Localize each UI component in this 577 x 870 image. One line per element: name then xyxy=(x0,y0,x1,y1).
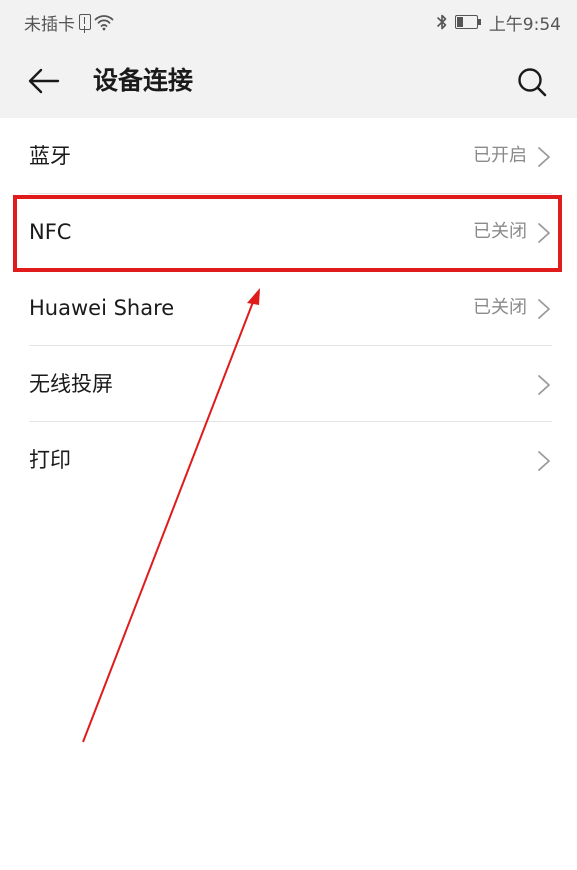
settings-list: 蓝牙 已开启 NFC 已关闭 Huawei Share 已关闭 无线投屏 打印 xyxy=(0,118,577,498)
status-right: 上午9:54 xyxy=(436,10,561,35)
list-item-nfc[interactable]: NFC 已关闭 xyxy=(0,194,577,270)
battery-fill xyxy=(456,17,464,27)
item-label: NFC xyxy=(29,220,72,244)
item-label: 蓝牙 xyxy=(29,144,71,168)
item-status: 已关闭 xyxy=(473,297,527,318)
search-icon xyxy=(518,68,547,97)
list-item-huawei-share[interactable]: Huawei Share 已关闭 xyxy=(0,270,577,346)
clock-text: 上午9:54 xyxy=(488,14,561,35)
carrier-text: 未插卡 xyxy=(24,14,75,35)
search-button[interactable] xyxy=(514,64,550,100)
list-item-print[interactable]: 打印 xyxy=(0,422,577,498)
page-title: 设备连接 xyxy=(93,66,194,95)
chevron-right-icon xyxy=(538,451,550,471)
item-label: 打印 xyxy=(29,448,71,472)
arrow-left-icon xyxy=(28,68,60,94)
back-button[interactable] xyxy=(26,65,62,97)
wifi-icon xyxy=(94,15,114,31)
item-status: 已开启 xyxy=(473,145,527,166)
app-bar: 设备连接 xyxy=(0,44,577,118)
item-label: Huawei Share xyxy=(29,296,175,320)
chevron-right-icon xyxy=(538,375,550,395)
status-left: 未插卡 xyxy=(24,10,114,35)
bluetooth-icon xyxy=(437,14,447,30)
list-item-wireless-projection[interactable]: 无线投屏 xyxy=(0,346,577,422)
battery-icon xyxy=(454,15,481,29)
sim-icon xyxy=(79,14,91,30)
status-bar: 未插卡 上午9:54 xyxy=(0,0,577,44)
chevron-right-icon xyxy=(538,223,550,243)
item-status: 已关闭 xyxy=(473,221,527,242)
chevron-right-icon xyxy=(538,299,550,319)
item-label: 无线投屏 xyxy=(29,372,113,396)
chevron-right-icon xyxy=(538,147,550,167)
list-item-bluetooth[interactable]: 蓝牙 已开启 xyxy=(0,118,577,194)
